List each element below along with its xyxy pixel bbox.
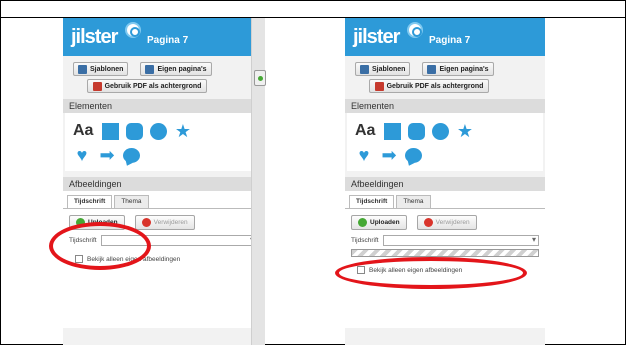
square-icon[interactable]	[102, 122, 119, 140]
pages-icon	[145, 64, 155, 74]
upload-progress-bar	[351, 249, 539, 257]
heart-icon[interactable]: ♥	[73, 146, 91, 164]
toolbar: Sjablonen Eigen pagina's Gebruik PDF als…	[345, 56, 545, 93]
page-label: Pagina 7	[429, 35, 471, 46]
templates-label: Sjablonen	[372, 65, 406, 73]
minus-icon	[423, 218, 433, 227]
upload-button[interactable]: Uploaden	[351, 215, 407, 230]
pdf-background-label: Gebruik PDF als achtergrond	[104, 82, 202, 90]
templates-button[interactable]: Sjablonen	[355, 62, 411, 76]
images-tabs: Tijdschrift Thema	[63, 191, 263, 208]
elements-palette: Aa ★ ♥ ➡	[347, 113, 543, 171]
canvas-add-button[interactable]	[254, 70, 266, 86]
pages-icon	[427, 64, 437, 74]
images-section-title: Afbeeldingen	[63, 177, 263, 191]
upload-highlight-ellipse	[49, 222, 151, 270]
text-tool[interactable]: Aa	[73, 122, 95, 140]
canvas-edge	[251, 18, 266, 345]
pdf-background-button[interactable]: Gebruik PDF als achtergrond	[369, 79, 489, 93]
text-tool[interactable]: Aa	[355, 122, 377, 140]
pdf-icon	[92, 81, 102, 91]
pdf-background-button[interactable]: Gebruik PDF als achtergrond	[87, 79, 207, 93]
rounded-square-icon[interactable]	[126, 122, 143, 140]
templates-icon	[360, 64, 369, 74]
templates-icon	[78, 64, 87, 74]
heart-icon[interactable]: ♥	[355, 146, 373, 164]
screenshot-frame: jilster Pagina 7 Sjablonen Eigen pagina'…	[0, 0, 626, 345]
rounded-square-icon[interactable]	[408, 122, 425, 140]
arrow-icon[interactable]: ➡	[380, 146, 398, 164]
delete-label: Verwijderen	[435, 219, 470, 226]
speech-bubble-icon[interactable]	[405, 147, 422, 163]
images-section-title: Afbeeldingen	[345, 177, 545, 191]
circle-icon[interactable]	[432, 122, 449, 140]
tab-theme[interactable]: Thema	[396, 195, 431, 208]
page-label: Pagina 7	[147, 35, 189, 46]
magazine-select-label: Tijdschrift	[351, 237, 379, 244]
logo-badge-icon	[125, 22, 141, 38]
elements-section-title: Elementen	[345, 99, 545, 113]
arrow-icon[interactable]: ➡	[98, 146, 116, 164]
speech-bubble-icon[interactable]	[123, 147, 140, 163]
circle-icon[interactable]	[150, 122, 167, 140]
jilster-logo: jilster	[71, 26, 118, 48]
logo-badge-icon	[407, 22, 423, 38]
tab-magazine[interactable]: Tijdschrift	[349, 195, 395, 208]
templates-label: Sjablonen	[90, 65, 124, 73]
pdf-icon	[374, 81, 384, 91]
tab-theme[interactable]: Thema	[114, 195, 149, 208]
elements-section-title: Elementen	[63, 99, 263, 113]
templates-button[interactable]: Sjablonen	[73, 62, 129, 76]
upload-label: Uploaden	[370, 219, 400, 226]
elements-palette: Aa ★ ♥ ➡	[65, 113, 261, 171]
pdf-background-label: Gebruik PDF als achtergrond	[386, 82, 484, 90]
own-pages-button[interactable]: Eigen pagina's	[422, 62, 494, 76]
plus-icon	[358, 218, 367, 227]
own-pages-button[interactable]: Eigen pagina's	[140, 62, 212, 76]
tab-magazine[interactable]: Tijdschrift	[67, 195, 113, 208]
star-icon[interactable]: ★	[456, 122, 474, 140]
editor-panel-before: jilster Pagina 7 Sjablonen Eigen pagina'…	[63, 18, 263, 345]
editor-panel-after: jilster Pagina 7 Sjablonen Eigen pagina'…	[345, 18, 545, 345]
own-pages-label: Eigen pagina's	[439, 65, 489, 73]
delete-label: Verwijderen	[153, 219, 188, 226]
magazine-select[interactable]	[382, 235, 539, 246]
toolbar: Sjablonen Eigen pagina's Gebruik PDF als…	[63, 56, 263, 93]
minus-icon	[141, 218, 151, 227]
own-pages-label: Eigen pagina's	[157, 65, 207, 73]
delete-button[interactable]: Verwijderen	[134, 215, 195, 230]
star-icon[interactable]: ★	[174, 122, 192, 140]
progress-highlight-ellipse	[335, 257, 527, 289]
square-icon[interactable]	[384, 122, 401, 140]
app-header: jilster Pagina 7	[63, 18, 263, 56]
jilster-logo: jilster	[353, 26, 400, 48]
delete-button[interactable]: Verwijderen	[416, 215, 477, 230]
images-tabs: Tijdschrift Thema	[345, 191, 545, 208]
app-header: jilster Pagina 7	[345, 18, 545, 56]
